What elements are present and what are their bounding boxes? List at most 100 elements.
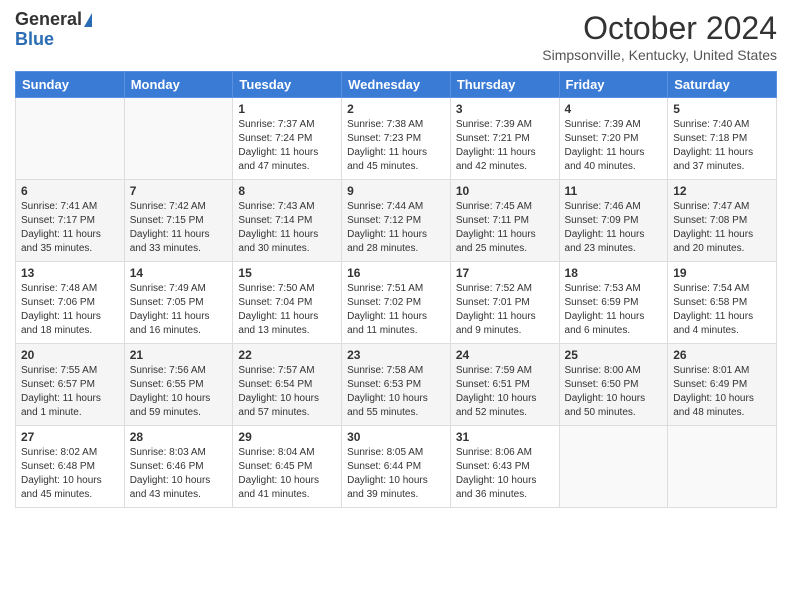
calendar-cell: 22 Sunrise: 7:57 AM Sunset: 6:54 PM Dayl… [233,344,342,426]
day-number: 3 [456,102,554,116]
sunrise-text: Sunrise: 7:44 AM [347,201,423,212]
sunset-text: Sunset: 7:15 PM [130,215,204,226]
sunrise-text: Sunrise: 7:37 AM [238,119,314,130]
sunset-text: Sunset: 7:12 PM [347,215,421,226]
daylight-text: Daylight: 10 hours and 39 minutes. [347,475,428,500]
daylight-text: Daylight: 10 hours and 48 minutes. [673,393,754,418]
calendar-table: Sunday Monday Tuesday Wednesday Thursday… [15,71,777,508]
sunset-text: Sunset: 7:14 PM [238,215,312,226]
sunset-text: Sunset: 6:58 PM [673,297,747,308]
daylight-text: Daylight: 11 hours and 37 minutes. [673,147,753,172]
daylight-text: Daylight: 11 hours and 1 minute. [21,393,101,418]
header-friday: Friday [559,72,668,98]
daylight-text: Daylight: 10 hours and 50 minutes. [565,393,646,418]
calendar-week-row: 1 Sunrise: 7:37 AM Sunset: 7:24 PM Dayli… [16,98,777,180]
sunset-text: Sunset: 7:01 PM [456,297,530,308]
day-number: 8 [238,184,336,198]
sunrise-text: Sunrise: 7:56 AM [130,365,206,376]
sunset-text: Sunset: 6:45 PM [238,461,312,472]
sunset-text: Sunset: 7:09 PM [565,215,639,226]
sunrise-text: Sunrise: 7:43 AM [238,201,314,212]
daylight-text: Daylight: 11 hours and 25 minutes. [456,229,536,254]
calendar-cell [668,426,777,508]
sunrise-text: Sunrise: 8:00 AM [565,365,641,376]
sunrise-text: Sunrise: 7:59 AM [456,365,532,376]
day-number: 5 [673,102,771,116]
daylight-text: Daylight: 10 hours and 41 minutes. [238,475,319,500]
daylight-text: Daylight: 11 hours and 47 minutes. [238,147,318,172]
logo-general-text: General [15,10,82,30]
sunset-text: Sunset: 6:59 PM [565,297,639,308]
sunset-text: Sunset: 7:18 PM [673,133,747,144]
calendar-cell: 27 Sunrise: 8:02 AM Sunset: 6:48 PM Dayl… [16,426,125,508]
daylight-text: Daylight: 11 hours and 33 minutes. [130,229,210,254]
daylight-text: Daylight: 11 hours and 30 minutes. [238,229,318,254]
sunrise-text: Sunrise: 8:05 AM [347,447,423,458]
header-wednesday: Wednesday [342,72,451,98]
calendar-cell: 26 Sunrise: 8:01 AM Sunset: 6:49 PM Dayl… [668,344,777,426]
calendar-cell: 1 Sunrise: 7:37 AM Sunset: 7:24 PM Dayli… [233,98,342,180]
day-number: 4 [565,102,663,116]
day-number: 10 [456,184,554,198]
day-number: 24 [456,348,554,362]
sunrise-text: Sunrise: 7:52 AM [456,283,532,294]
sunrise-text: Sunrise: 7:42 AM [130,201,206,212]
calendar-week-row: 27 Sunrise: 8:02 AM Sunset: 6:48 PM Dayl… [16,426,777,508]
sunrise-text: Sunrise: 8:06 AM [456,447,532,458]
daylight-text: Daylight: 10 hours and 36 minutes. [456,475,537,500]
calendar-cell: 5 Sunrise: 7:40 AM Sunset: 7:18 PM Dayli… [668,98,777,180]
day-number: 12 [673,184,771,198]
sunset-text: Sunset: 7:24 PM [238,133,312,144]
sunset-text: Sunset: 6:46 PM [130,461,204,472]
calendar-cell: 10 Sunrise: 7:45 AM Sunset: 7:11 PM Dayl… [450,180,559,262]
calendar-cell: 18 Sunrise: 7:53 AM Sunset: 6:59 PM Dayl… [559,262,668,344]
calendar-cell: 14 Sunrise: 7:49 AM Sunset: 7:05 PM Dayl… [124,262,233,344]
day-number: 21 [130,348,228,362]
sunset-text: Sunset: 6:54 PM [238,379,312,390]
sunset-text: Sunset: 7:05 PM [130,297,204,308]
calendar-cell: 3 Sunrise: 7:39 AM Sunset: 7:21 PM Dayli… [450,98,559,180]
calendar-cell: 17 Sunrise: 7:52 AM Sunset: 7:01 PM Dayl… [450,262,559,344]
calendar-body: 1 Sunrise: 7:37 AM Sunset: 7:24 PM Dayli… [16,98,777,508]
daylight-text: Daylight: 11 hours and 16 minutes. [130,311,210,336]
calendar-cell: 30 Sunrise: 8:05 AM Sunset: 6:44 PM Dayl… [342,426,451,508]
sunrise-text: Sunrise: 7:50 AM [238,283,314,294]
calendar-cell: 11 Sunrise: 7:46 AM Sunset: 7:09 PM Dayl… [559,180,668,262]
calendar-cell: 31 Sunrise: 8:06 AM Sunset: 6:43 PM Dayl… [450,426,559,508]
daylight-text: Daylight: 11 hours and 6 minutes. [565,311,645,336]
sunset-text: Sunset: 6:55 PM [130,379,204,390]
daylight-text: Daylight: 10 hours and 59 minutes. [130,393,211,418]
header-tuesday: Tuesday [233,72,342,98]
daylight-text: Daylight: 11 hours and 40 minutes. [565,147,645,172]
day-number: 25 [565,348,663,362]
day-number: 18 [565,266,663,280]
sunrise-text: Sunrise: 7:57 AM [238,365,314,376]
calendar-cell: 12 Sunrise: 7:47 AM Sunset: 7:08 PM Dayl… [668,180,777,262]
sunrise-text: Sunrise: 8:02 AM [21,447,97,458]
sunset-text: Sunset: 7:17 PM [21,215,95,226]
sunrise-text: Sunrise: 7:58 AM [347,365,423,376]
sunset-text: Sunset: 6:51 PM [456,379,530,390]
daylight-text: Daylight: 10 hours and 57 minutes. [238,393,319,418]
title-section: October 2024 Simpsonville, Kentucky, Uni… [542,10,777,63]
sunset-text: Sunset: 7:23 PM [347,133,421,144]
daylight-text: Daylight: 11 hours and 9 minutes. [456,311,536,336]
day-number: 2 [347,102,445,116]
logo-triangle-icon [84,13,92,27]
day-number: 11 [565,184,663,198]
sunrise-text: Sunrise: 7:39 AM [456,119,532,130]
header-thursday: Thursday [450,72,559,98]
day-number: 29 [238,430,336,444]
sunset-text: Sunset: 7:08 PM [673,215,747,226]
day-number: 31 [456,430,554,444]
logo: General Blue [15,10,92,50]
daylight-text: Daylight: 11 hours and 23 minutes. [565,229,645,254]
sunset-text: Sunset: 7:06 PM [21,297,95,308]
calendar-cell: 21 Sunrise: 7:56 AM Sunset: 6:55 PM Dayl… [124,344,233,426]
header: General Blue October 2024 Simpsonville, … [15,10,777,63]
calendar-cell: 2 Sunrise: 7:38 AM Sunset: 7:23 PM Dayli… [342,98,451,180]
daylight-text: Daylight: 11 hours and 13 minutes. [238,311,318,336]
sunset-text: Sunset: 6:53 PM [347,379,421,390]
sunrise-text: Sunrise: 7:45 AM [456,201,532,212]
sunset-text: Sunset: 7:20 PM [565,133,639,144]
